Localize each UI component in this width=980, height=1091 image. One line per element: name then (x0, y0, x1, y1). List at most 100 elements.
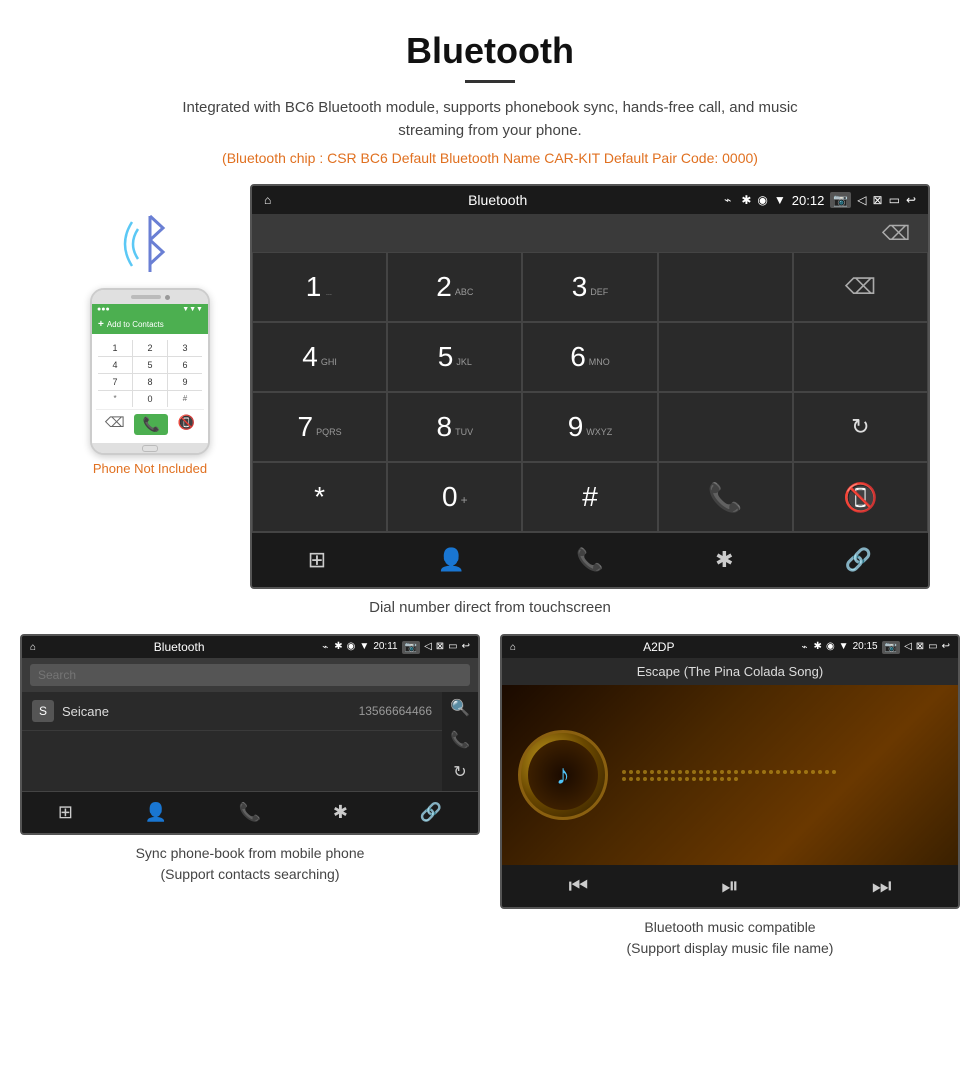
pb-refresh-icon[interactable]: ↻ (453, 762, 466, 782)
phonebook-search-input[interactable] (30, 664, 470, 686)
a2dp-sig-icon: ▼ (839, 641, 849, 654)
phonebook-item[interactable]: S Seicane 13566664466 (22, 692, 442, 731)
pb-usb-icon: ⌁ (322, 642, 328, 653)
pb-bt-icon: ✱ (334, 641, 342, 654)
key-empty-4 (658, 392, 793, 462)
phone-del-btn[interactable]: ⌫ (105, 414, 125, 435)
phonebook-search-bar (22, 658, 478, 692)
phone-home-circle (142, 445, 158, 452)
key-1[interactable]: 1﹍ (252, 252, 387, 322)
key-0[interactable]: 0+ (387, 462, 522, 532)
key-reload[interactable]: ↻ (793, 392, 928, 462)
a2dp-status-bar: ⌂ A2DP ⌁ ✱ ◉ ▼ 20:15 📷 ◁ ⊠ ▭ ↩ (502, 636, 958, 658)
pb-call-icon[interactable]: 📞 (450, 730, 470, 750)
a2dp-loc-icon: ◉ (826, 641, 835, 654)
key-9[interactable]: 9WXYZ (522, 392, 657, 462)
phone-status-bar: ●●● ▼▼▼ (92, 304, 208, 315)
page-title: Bluetooth (0, 0, 980, 80)
pb-search-icon[interactable]: 🔍 (450, 698, 470, 718)
key-call-red[interactable]: 📵 (793, 462, 928, 532)
pb-loc-icon: ◉ (347, 641, 356, 654)
music-info (622, 770, 942, 781)
phonebook-status-bar: ⌂ Bluetooth ⌁ ✱ ◉ ▼ 20:11 📷 ◁ ⊠ ▭ ↩ (22, 636, 478, 658)
key-8[interactable]: 8TUV (387, 392, 522, 462)
prev-track-button[interactable]: ⏮ (568, 873, 588, 899)
phone-key-star[interactable]: * (98, 391, 132, 407)
car-screen-title: Bluetooth (281, 192, 714, 208)
chip-info-text: (Bluetooth chip : CSR BC6 Default Blueto… (0, 150, 980, 166)
phone-device: ●●● ▼▼▼ Add to Contacts 1 2 3 4 5 6 7 8 … (90, 288, 210, 455)
pb-contact-name: Seicane (62, 704, 359, 719)
a2dp-time: 20:15 (853, 641, 878, 654)
key-star[interactable]: * (252, 462, 387, 532)
pb-back-icon: ↩ (462, 641, 470, 654)
toolbar-link-icon[interactable]: 🔗 (829, 543, 888, 577)
album-inner: ♪ (528, 740, 598, 810)
phone-key-3[interactable]: 3 (168, 340, 202, 356)
song-title-text: Escape (The Pina Colada Song) (637, 664, 823, 679)
phone-not-included-label: Phone Not Included (93, 461, 207, 476)
rect-status-icon: ▭ (889, 193, 900, 207)
phone-key-4[interactable]: 4 (98, 357, 132, 373)
music-album-art: ♪ (518, 730, 608, 820)
pb-main-area: S Seicane 13566664466 🔍 📞 ↻ (22, 692, 478, 791)
phone-call-btn[interactable]: 📞 (134, 414, 167, 435)
pb-bottom-toolbar: ⊞ 👤 📞 ✱ 🔗 (22, 791, 478, 833)
car-home-icon[interactable]: ⌂ (264, 193, 271, 207)
back-status-icon: ↩ (906, 193, 916, 207)
key-4[interactable]: 4GHI (252, 322, 387, 392)
phone-key-0[interactable]: 0 (133, 391, 167, 407)
keypad-grid: 1﹍ 2ABC 3DEF ⌫ 4GHI 5JKL 6MNO (252, 252, 928, 532)
phone-key-7[interactable]: 7 (98, 374, 132, 390)
phone-key-hash[interactable]: # (168, 391, 202, 407)
bluetooth-waves-svg (110, 204, 190, 284)
key-backspace[interactable]: ⌫ (793, 252, 928, 322)
pb-toolbar-bt[interactable]: ✱ (317, 798, 364, 827)
toolbar-phone-icon[interactable]: 📞 (560, 543, 619, 577)
phone-add-contact: Add to Contacts (92, 315, 208, 334)
key-call-green[interactable]: 📞 (658, 462, 793, 532)
signal-status-icon: ▼ (774, 193, 786, 207)
backspace-button[interactable]: ⌫ (876, 214, 916, 252)
a2dp-screen-wrap: ⌂ A2DP ⌁ ✱ ◉ ▼ 20:15 📷 ◁ ⊠ ▭ ↩ Escape (T… (500, 634, 960, 959)
key-hash[interactable]: # (522, 462, 657, 532)
pb-rect-icon: ▭ (448, 641, 457, 654)
phone-mockup-wrapper: ●●● ▼▼▼ Add to Contacts 1 2 3 4 5 6 7 8 … (50, 184, 250, 476)
bottom-toolbar: ⊞ 👤 📞 ✱ 🔗 (252, 532, 928, 587)
pb-toolbar-user[interactable]: 👤 (129, 798, 183, 827)
phone-display-area: 1 2 3 4 5 6 7 8 9 * 0 # ⌫ 📞 📵 (92, 334, 208, 443)
toolbar-bluetooth-icon[interactable]: ✱ (699, 543, 749, 577)
a2dp-home-icon[interactable]: ⌂ (510, 642, 516, 653)
next-track-button[interactable]: ⏭ (872, 873, 892, 899)
pb-empty-area (22, 731, 442, 791)
key-3[interactable]: 3DEF (522, 252, 657, 322)
key-6[interactable]: 6MNO (522, 322, 657, 392)
key-5[interactable]: 5JKL (387, 322, 522, 392)
camera-status-icon: 📷 (830, 192, 851, 208)
title-divider (465, 80, 515, 83)
toolbar-contacts-icon[interactable]: 👤 (422, 543, 481, 577)
phone-key-6[interactable]: 6 (168, 357, 202, 373)
phone-home-button[interactable] (92, 443, 208, 453)
phone-end-btn[interactable]: 📵 (178, 414, 195, 435)
phonebook-screen-wrap: ⌂ Bluetooth ⌁ ✱ ◉ ▼ 20:11 📷 ◁ ⊠ ▭ ↩ (20, 634, 480, 959)
subtitle-text: Integrated with BC6 Bluetooth module, su… (150, 97, 830, 142)
phone-key-1[interactable]: 1 (98, 340, 132, 356)
car-time: 20:12 (792, 193, 825, 208)
play-pause-button[interactable]: ⏯ (721, 873, 739, 899)
phone-key-5[interactable]: 5 (133, 357, 167, 373)
key-2[interactable]: 2ABC (387, 252, 522, 322)
phone-keypad: 1 2 3 4 5 6 7 8 9 * 0 # (98, 340, 202, 407)
location-status-icon: ◉ (757, 193, 767, 207)
a2dp-caption-line2: (Support display music file name) (627, 940, 834, 956)
key-7[interactable]: 7PQRS (252, 392, 387, 462)
key-empty-1 (658, 252, 793, 322)
pb-toolbar-grid[interactable]: ⊞ (42, 798, 89, 827)
phone-key-2[interactable]: 2 (133, 340, 167, 356)
pb-toolbar-link[interactable]: 🔗 (404, 798, 458, 827)
pb-toolbar-phone[interactable]: 📞 (223, 798, 277, 827)
toolbar-grid-icon[interactable]: ⊞ (292, 543, 342, 577)
phone-key-8[interactable]: 8 (133, 374, 167, 390)
phone-key-9[interactable]: 9 (168, 374, 202, 390)
pb-home-icon[interactable]: ⌂ (30, 642, 36, 653)
